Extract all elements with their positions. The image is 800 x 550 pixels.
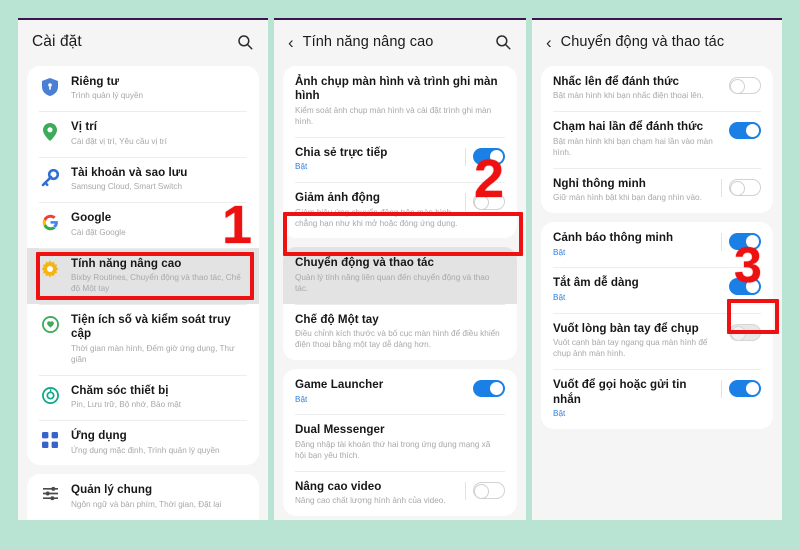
item-subtitle: Ứng dụng mặc định, Trình quản lý quyền — [71, 445, 220, 455]
item-subtitle: Pin, Lưu trữ, Bộ nhớ, Bảo mật — [71, 400, 182, 410]
settings-group: Game Launcher Bật Dual Messenger Đăng nh… — [283, 369, 517, 517]
chevron-left-icon[interactable]: ‹ — [288, 34, 294, 51]
item-title: Nghỉ thông minh — [553, 176, 646, 190]
item-status: Bật — [553, 247, 566, 257]
list-item-double-tap-to-wake[interactable]: Chạm hai lần để đánh thức Bật màn hình k… — [541, 111, 773, 167]
item-subtitle: Giữ màn hình bật khi bạn đang nhìn vào. — [553, 193, 702, 203]
device-care-icon — [37, 384, 63, 404]
item-title: Chuyển động và thao tác — [295, 256, 435, 270]
toggle-video-enhancer[interactable] — [465, 480, 505, 500]
item-status: Bật — [553, 409, 566, 419]
item-status: Bật — [295, 162, 308, 172]
list-item-one-handed-mode[interactable]: Chế độ Một tay Điều chỉnh kích thước và … — [283, 303, 517, 360]
item-title: Chăm sóc thiết bị — [71, 383, 169, 397]
annotation-number-3: 3 — [734, 237, 762, 293]
motions-gestures-header: ‹ Chuyển động và thao tác — [532, 20, 782, 64]
annotation-number-1: 1 — [222, 195, 253, 255]
annotation-box-3 — [727, 299, 779, 334]
item-subtitle: Bật màn hình khi bạn chạm hai lần vào mà… — [553, 136, 713, 157]
digital-wellbeing-icon — [37, 313, 63, 333]
page-title: Tính năng nâng cao — [302, 34, 434, 50]
item-status: Bật — [553, 292, 566, 302]
item-title: Chia sẻ trực tiếp — [295, 145, 388, 159]
list-item-smart-stay[interactable]: Nghỉ thông minh Giữ màn hình bật khi bạn… — [541, 167, 773, 213]
item-status: Bật — [295, 394, 308, 404]
advanced-features-header: ‹ Tính năng nâng cao — [274, 20, 526, 64]
apps-grid-icon — [37, 429, 63, 449]
item-title: Giảm ảnh động — [295, 191, 381, 205]
item-title: Vuốt lòng bàn tay để chụp — [553, 321, 699, 335]
settings-group: Nhấc lên để đánh thức Bật màn hình khi b… — [541, 66, 773, 214]
list-item-video-enhancer[interactable]: Nâng cao video Nâng cao chất lượng hình … — [283, 470, 517, 516]
item-subtitle: Nâng cao chất lượng hình ảnh của video. — [295, 496, 446, 506]
list-item-swipe-to-call-or-message[interactable]: Vuốt để gọi hoặc gửi tin nhắn Bật — [541, 369, 773, 429]
settings-group: Quản lý chung Ngôn ngữ và bàn phím, Thời… — [27, 474, 259, 520]
sidebar-item-apps[interactable]: Ứng dụng Ứng dụng mặc định, Trình quản l… — [27, 420, 259, 465]
item-title: Chế độ Một tay — [295, 312, 379, 326]
item-title: Riêng tư — [71, 75, 120, 88]
list-item-screenshots-recorder[interactable]: Ảnh chụp màn hình và trình ghi màn hình … — [283, 66, 517, 137]
sidebar-item-location[interactable]: Vị trí Cài đặt vị trí, Yêu cầu vị trí — [27, 111, 259, 156]
toggle-smart-stay[interactable] — [721, 177, 761, 197]
shield-privacy-icon — [37, 75, 63, 96]
toggle-game-launcher[interactable] — [465, 378, 505, 398]
item-subtitle: Bật màn hình khi bạn nhấc điện thoại lên… — [553, 91, 704, 101]
item-title: Game Launcher — [295, 378, 384, 392]
item-title: Google — [71, 211, 112, 225]
sliders-general-icon — [37, 483, 63, 501]
search-icon[interactable] — [494, 33, 512, 51]
advanced-features-list[interactable]: Ảnh chụp màn hình và trình ghi màn hình … — [274, 64, 526, 520]
key-account-icon — [37, 166, 63, 187]
item-subtitle: Cài đặt Google — [71, 227, 126, 237]
item-title: Vuốt để gọi hoặc gửi tin nhắn — [553, 378, 687, 406]
google-g-icon — [37, 211, 63, 231]
annotation-box-2 — [283, 212, 523, 256]
item-subtitle: Thời gian màn hình, Đếm giờ ứng dụng, Th… — [71, 343, 235, 364]
item-subtitle: Đăng nhập tài khoản thứ hai trong ứng dụ… — [295, 439, 491, 460]
item-title: Vị trí — [71, 120, 98, 134]
settings-header: Cài đặt — [18, 20, 268, 64]
item-subtitle: Samsung Cloud, Smart Switch — [71, 182, 183, 192]
item-title: Nhấc lên để đánh thức — [553, 75, 680, 88]
annotation-number-2: 2 — [474, 149, 505, 209]
item-title: Chạm hai lần để đánh thức — [553, 120, 704, 134]
item-title: Tiện ích số và kiểm soát truy cập — [71, 312, 231, 341]
item-title: Tắt âm dễ dàng — [553, 276, 639, 290]
settings-group: Chuyển động và thao tác Quản lý tính năn… — [283, 247, 517, 361]
phone-screen-advanced-features: ‹ Tính năng nâng cao Ảnh chụp màn hình v… — [274, 18, 526, 520]
item-title: Tài khoản và sao lưu — [71, 165, 188, 179]
item-subtitle: Quản lý tính năng liên quan đến chuyển đ… — [295, 272, 490, 293]
annotation-box-1 — [36, 252, 254, 300]
screenshot-stage: Cài đặt Riêng tư Trình quản lý quyền Vị … — [0, 0, 800, 550]
toggle-double-tap-to-wake[interactable] — [721, 120, 761, 140]
sidebar-item-digital-wellbeing[interactable]: Tiện ích số và kiểm soát truy cập Thời g… — [27, 303, 259, 375]
sidebar-item-device-care[interactable]: Chăm sóc thiết bị Pin, Lưu trữ, Bộ nhớ, … — [27, 374, 259, 420]
item-title: Cảnh báo thông minh — [553, 231, 674, 245]
list-item-lift-to-wake[interactable]: Nhấc lên để đánh thức Bật màn hình khi b… — [541, 66, 773, 111]
item-subtitle: Kiểm soát ảnh chụp màn hình và cài đặt t… — [295, 105, 492, 126]
item-title: Quản lý chung — [71, 483, 153, 497]
page-title: Cài đặt — [32, 33, 82, 50]
item-subtitle: Điều chỉnh kích thước và bố cục màn hình… — [295, 329, 500, 350]
location-pin-icon — [37, 120, 63, 142]
item-subtitle: Cài đặt vị trí, Yêu cầu vị trí — [71, 136, 167, 146]
item-subtitle: Vuốt cạnh bàn tay ngang qua màn hình để … — [553, 338, 708, 359]
item-title: Dual Messenger — [295, 423, 385, 437]
item-title: Nâng cao video — [295, 479, 382, 493]
sidebar-item-privacy[interactable]: Riêng tư Trình quản lý quyền — [27, 66, 259, 111]
search-icon[interactable] — [236, 33, 254, 51]
list-item-dual-messenger[interactable]: Dual Messenger Đăng nhập tài khoản thứ h… — [283, 414, 517, 470]
toggle-lift-to-wake[interactable] — [721, 75, 761, 94]
item-title: Ảnh chụp màn hình và trình ghi màn hình — [295, 75, 498, 103]
item-title: Ứng dụng — [71, 429, 127, 443]
list-item-game-launcher[interactable]: Game Launcher Bật — [283, 369, 517, 414]
toggle-swipe-to-call-or-message[interactable] — [721, 378, 761, 399]
item-subtitle: Trình quản lý quyền — [71, 91, 144, 101]
chevron-left-icon[interactable]: ‹ — [546, 34, 552, 51]
page-title: Chuyển động và thao tác — [560, 34, 725, 50]
sidebar-item-general-management[interactable]: Quản lý chung Ngôn ngữ và bàn phím, Thời… — [27, 474, 259, 519]
item-subtitle: Ngôn ngữ và bàn phím, Thời gian, Đặt lại — [71, 499, 222, 509]
